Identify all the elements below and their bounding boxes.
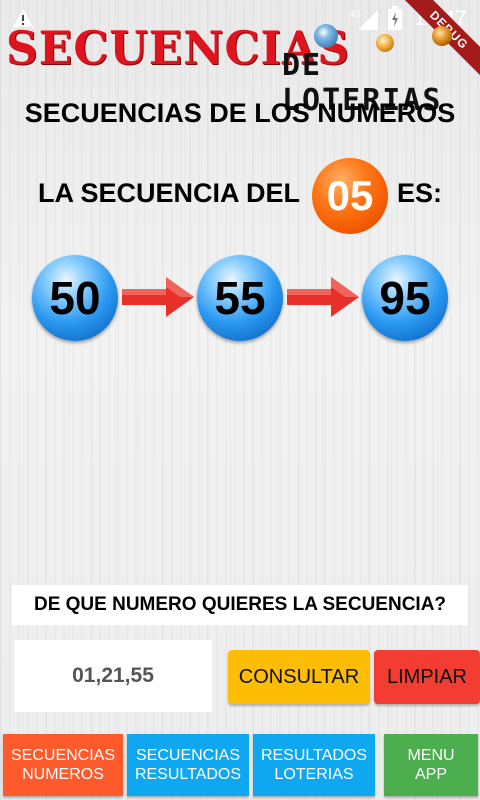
page-title: SECUENCIAS DE LOS NUMEROS <box>24 98 456 128</box>
nav-label-line1: RESULTADOS <box>260 747 368 764</box>
sequence-prefix: LA SECUENCIA DEL <box>38 178 301 208</box>
nav-label-line2: LOTERIAS <box>274 766 354 783</box>
signal-icon: 4G <box>349 9 378 30</box>
nav-label-line2: APP <box>414 766 447 783</box>
network-label: 4G <box>349 9 361 19</box>
arrow-right-icon <box>287 277 359 317</box>
sequence-suffix: ES: <box>397 178 443 208</box>
lottery-ball-icon <box>314 24 338 48</box>
consultar-button[interactable]: CONSULTAR <box>228 650 370 704</box>
nav-resultados-loterias-button[interactable]: RESULTADOS LOTERIAS <box>253 734 375 796</box>
question-label: DE QUE NUMERO QUIERES LA SECUENCIA? <box>12 585 468 625</box>
nav-menu-app-button[interactable]: MENU APP <box>384 734 478 796</box>
result-ball-2: 55 <box>197 255 283 341</box>
selected-number-ball: 05 <box>312 158 388 234</box>
nav-secuencias-resultados-button[interactable]: SECUENCIAS RESULTADOS <box>127 734 249 796</box>
numbers-input[interactable] <box>14 640 212 712</box>
nav-label-line2: NUMEROS <box>22 766 104 783</box>
nav-label-line2: RESULTADOS <box>134 766 242 783</box>
nav-label-line1: SECUENCIAS <box>135 747 241 764</box>
lottery-ball-icon <box>432 26 452 46</box>
nav-label-line1: MENU <box>407 747 455 764</box>
battery-icon <box>388 6 402 30</box>
result-ball-1: 50 <box>32 255 118 341</box>
nav-secuencias-numeros-button[interactable]: SECUENCIAS NUMEROS <box>3 734 123 796</box>
limpiar-button[interactable]: LIMPIAR <box>374 650 480 704</box>
nav-label-line1: SECUENCIAS <box>10 747 116 764</box>
sequence-line: LA SECUENCIA DEL 05 ES: <box>0 158 480 234</box>
arrow-right-icon <box>122 277 194 317</box>
result-ball-3: 95 <box>362 255 448 341</box>
